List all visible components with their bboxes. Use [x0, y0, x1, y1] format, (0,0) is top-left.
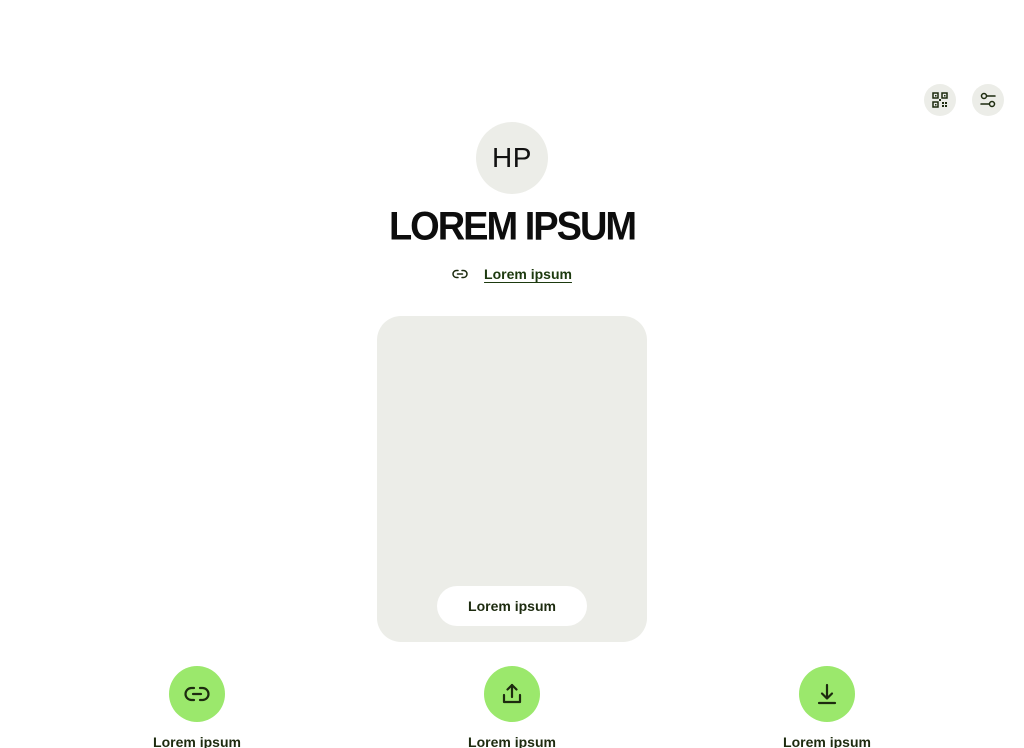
- share-button[interactable]: [484, 666, 540, 722]
- download-action[interactable]: Lorem ipsum: [757, 666, 897, 748]
- profile-link[interactable]: Lorem ipsum: [484, 266, 572, 282]
- link-icon: [184, 686, 210, 702]
- action-label: Lorem ipsum: [468, 734, 556, 748]
- action-label: Lorem ipsum: [783, 734, 871, 748]
- sliders-icon: [980, 92, 996, 108]
- settings-button[interactable]: [972, 84, 1004, 116]
- profile-name: LOREM IPSUM: [388, 204, 637, 250]
- avatar: HP: [476, 122, 548, 194]
- qr-code-button[interactable]: [924, 84, 956, 116]
- preview-card: Lorem ipsum: [377, 316, 647, 642]
- download-icon: [817, 683, 837, 705]
- share-icon: [502, 683, 522, 704]
- profile-page: HP LOREM IPSUM Lorem ipsum Lorem ipsum L…: [0, 0, 1024, 748]
- link-icon: [452, 269, 468, 279]
- action-label: Lorem ipsum: [153, 734, 241, 748]
- copy-link-action[interactable]: Lorem ipsum: [127, 666, 267, 748]
- profile-link-row: Lorem ipsum: [0, 266, 1024, 282]
- avatar-initials: HP: [492, 142, 532, 173]
- qr-code-icon: [932, 92, 948, 108]
- action-bar: Lorem ipsum Lorem ipsum Lorem ipsum: [0, 666, 1024, 748]
- download-button[interactable]: [799, 666, 855, 722]
- share-action[interactable]: Lorem ipsum: [442, 666, 582, 748]
- card-action-button[interactable]: Lorem ipsum: [437, 586, 587, 626]
- top-actions: [924, 84, 1004, 116]
- copy-link-button[interactable]: [169, 666, 225, 722]
